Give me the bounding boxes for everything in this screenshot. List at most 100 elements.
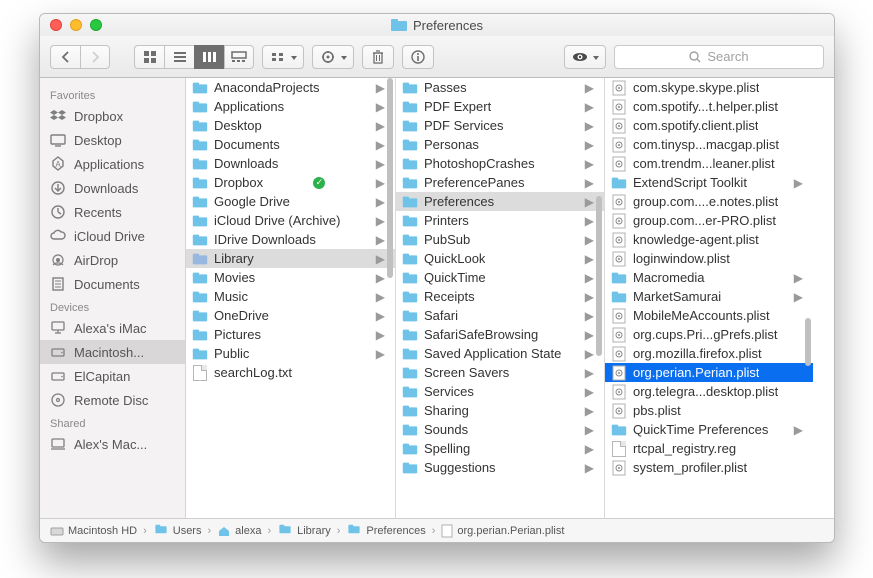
file-row[interactable]: com.spotify.client.plist: [605, 116, 813, 135]
file-row[interactable]: org.cups.Pri...gPrefs.plist: [605, 325, 813, 344]
file-row[interactable]: Music ▶: [186, 287, 395, 306]
file-row[interactable]: com.spotify...t.helper.plist: [605, 97, 813, 116]
gallery-view-button[interactable]: [224, 45, 254, 69]
file-row[interactable]: QuickTime ▶: [396, 268, 604, 287]
file-row[interactable]: Dropbox ✓ ▶: [186, 173, 395, 192]
file-row[interactable]: Screen Savers ▶: [396, 363, 604, 382]
sidebar-item-alex-s-mac-[interactable]: Alex's Mac...: [40, 432, 185, 456]
file-row[interactable]: AnacondaProjects ▶: [186, 78, 395, 97]
file-row[interactable]: iCloud Drive (Archive) ▶: [186, 211, 395, 230]
path-item[interactable]: Users: [153, 523, 202, 538]
sidebar-item-dropbox[interactable]: Dropbox: [40, 104, 185, 128]
file-row[interactable]: Preferences ▶: [396, 192, 604, 211]
scrollbar[interactable]: [387, 78, 393, 518]
search-field[interactable]: Search: [614, 45, 824, 69]
scrollbar[interactable]: [596, 78, 602, 518]
file-row[interactable]: loginwindow.plist: [605, 249, 813, 268]
file-row[interactable]: com.trendm...leaner.plist: [605, 154, 813, 173]
file-row[interactable]: Macromedia ▶: [605, 268, 813, 287]
file-row[interactable]: PDF Services ▶: [396, 116, 604, 135]
file-row[interactable]: PDF Expert ▶: [396, 97, 604, 116]
scrollbar[interactable]: [805, 78, 811, 518]
scroll-thumb[interactable]: [805, 318, 811, 366]
file-row[interactable]: org.perian.Perian.plist: [605, 363, 813, 382]
sidebar-item-downloads[interactable]: Downloads: [40, 176, 185, 200]
file-row[interactable]: Google Drive ▶: [186, 192, 395, 211]
path-item[interactable]: alexa: [217, 525, 261, 537]
file-row[interactable]: PreferencePanes ▶: [396, 173, 604, 192]
file-row[interactable]: Spelling ▶: [396, 439, 604, 458]
file-row[interactable]: Library ▶: [186, 249, 395, 268]
file-row[interactable]: searchLog.txt: [186, 363, 395, 382]
file-row[interactable]: org.mozilla.firefox.plist: [605, 344, 813, 363]
file-row[interactable]: PhotoshopCrashes ▶: [396, 154, 604, 173]
file-row[interactable]: pbs.plist: [605, 401, 813, 420]
sidebar-item-recents[interactable]: Recents: [40, 200, 185, 224]
sidebar-item-airdrop[interactable]: AirDrop: [40, 248, 185, 272]
file-row[interactable]: knowledge-agent.plist: [605, 230, 813, 249]
path-item[interactable]: org.perian.Perian.plist: [441, 524, 564, 538]
file-row[interactable]: Printers ▶: [396, 211, 604, 230]
file-row[interactable]: Public ▶: [186, 344, 395, 363]
file-row[interactable]: Personas ▶: [396, 135, 604, 154]
column-view-button[interactable]: [194, 45, 224, 69]
file-row[interactable]: Saved Application State ▶: [396, 344, 604, 363]
file-row[interactable]: MarketSamurai ▶: [605, 287, 813, 306]
column-scroll[interactable]: com.skype.skype.plist com.spotify...t.he…: [605, 78, 813, 518]
file-row[interactable]: system_profiler.plist: [605, 458, 813, 477]
file-row[interactable]: group.com....e.notes.plist: [605, 192, 813, 211]
file-row[interactable]: Passes ▶: [396, 78, 604, 97]
arrange-button[interactable]: [262, 45, 304, 69]
zoom-button[interactable]: [90, 19, 102, 31]
path-item[interactable]: Library: [277, 523, 331, 538]
path-item[interactable]: Preferences: [346, 523, 425, 538]
sidebar-item-alexa-s-imac[interactable]: Alexa's iMac: [40, 316, 185, 340]
file-row[interactable]: MobileMeAccounts.plist: [605, 306, 813, 325]
column-scroll[interactable]: Passes ▶ PDF Expert ▶ PDF Services ▶ Per…: [396, 78, 604, 518]
file-row[interactable]: QuickTime Preferences ▶: [605, 420, 813, 439]
file-row[interactable]: Applications ▶: [186, 97, 395, 116]
sidebar-item-remote-disc[interactable]: Remote Disc: [40, 388, 185, 412]
file-row[interactable]: Movies ▶: [186, 268, 395, 287]
info-button[interactable]: [402, 45, 434, 69]
file-row[interactable]: IDrive Downloads ▶: [186, 230, 395, 249]
file-row[interactable]: ExtendScript Toolkit ▶: [605, 173, 813, 192]
close-button[interactable]: [50, 19, 62, 31]
file-row[interactable]: Suggestions ▶: [396, 458, 604, 477]
file-row[interactable]: rtcpal_registry.reg: [605, 439, 813, 458]
file-row[interactable]: com.tinysp...macgap.plist: [605, 135, 813, 154]
file-row[interactable]: Downloads ▶: [186, 154, 395, 173]
sidebar-item-documents[interactable]: Documents: [40, 272, 185, 296]
forward-button[interactable]: [80, 45, 110, 69]
list-view-button[interactable]: [164, 45, 194, 69]
file-row[interactable]: Sharing ▶: [396, 401, 604, 420]
trash-button[interactable]: [362, 45, 394, 69]
minimize-button[interactable]: [70, 19, 82, 31]
sidebar-item-macintosh-[interactable]: Macintosh...: [40, 340, 185, 364]
file-row[interactable]: Desktop ▶: [186, 116, 395, 135]
file-row[interactable]: Pictures ▶: [186, 325, 395, 344]
file-row[interactable]: Sounds ▶: [396, 420, 604, 439]
file-row[interactable]: Services ▶: [396, 382, 604, 401]
file-row[interactable]: com.skype.skype.plist: [605, 78, 813, 97]
action-button[interactable]: [312, 45, 354, 69]
back-button[interactable]: [50, 45, 80, 69]
file-row[interactable]: Receipts ▶: [396, 287, 604, 306]
sidebar-item-applications[interactable]: A Applications: [40, 152, 185, 176]
file-row[interactable]: org.telegra...desktop.plist: [605, 382, 813, 401]
sidebar-item-elcapitan[interactable]: ElCapitan: [40, 364, 185, 388]
file-row[interactable]: SafariSafeBrowsing ▶: [396, 325, 604, 344]
path-item[interactable]: Macintosh HD: [50, 525, 137, 537]
file-row[interactable]: QuickLook ▶: [396, 249, 604, 268]
file-row[interactable]: Safari ▶: [396, 306, 604, 325]
scroll-thumb[interactable]: [596, 196, 602, 356]
sidebar-item-icloud-drive[interactable]: iCloud Drive: [40, 224, 185, 248]
scroll-thumb[interactable]: [387, 78, 393, 278]
sidebar-item-desktop[interactable]: Desktop: [40, 128, 185, 152]
privacy-button[interactable]: [564, 45, 606, 69]
file-row[interactable]: OneDrive ▶: [186, 306, 395, 325]
column-scroll[interactable]: AnacondaProjects ▶ Applications ▶ Deskto…: [186, 78, 395, 518]
file-row[interactable]: group.com...er-PRO.plist: [605, 211, 813, 230]
file-row[interactable]: PubSub ▶: [396, 230, 604, 249]
icon-view-button[interactable]: [134, 45, 164, 69]
